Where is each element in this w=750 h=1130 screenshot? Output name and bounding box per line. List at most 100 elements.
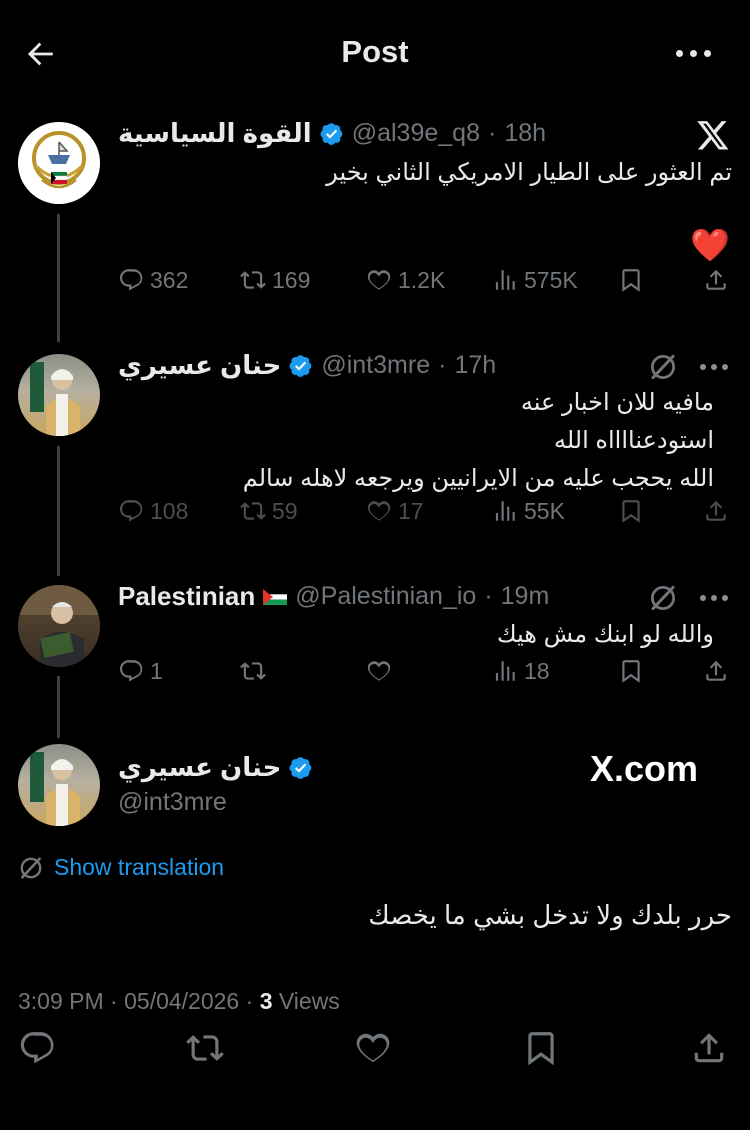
post-meta: 3:09 PM · 05/04/2026 · 3 Views <box>18 988 340 1014</box>
bookmark-icon[interactable] <box>522 1029 560 1067</box>
like-icon <box>366 267 392 293</box>
like-button[interactable]: 1.2K <box>366 267 445 294</box>
views-count: 575K <box>524 266 578 293</box>
share-icon[interactable] <box>690 1029 728 1067</box>
reply-count: 108 <box>150 497 189 524</box>
avatar[interactable] <box>18 354 100 436</box>
post-time[interactable]: 17h <box>454 351 496 380</box>
separator: · <box>438 351 447 379</box>
like-icon <box>366 658 392 684</box>
translate-icon <box>18 855 44 881</box>
thread-line <box>57 676 60 738</box>
repost-icon <box>240 267 266 293</box>
like-button[interactable] <box>366 658 392 684</box>
author-name[interactable]: القوة السياسية <box>118 118 312 149</box>
share-icon <box>703 498 729 524</box>
grok-icon[interactable] <box>648 583 678 613</box>
share-button[interactable] <box>703 498 729 524</box>
post-text: حرر بلدك ولا تدخل بشي ما يخصك <box>368 900 732 930</box>
bookmark-icon <box>618 658 644 684</box>
views-button[interactable]: 55K <box>492 498 565 525</box>
author-name[interactable]: حنان عسيري <box>118 350 281 381</box>
reply-count: 362 <box>150 266 189 293</box>
more-icon[interactable] <box>676 50 711 57</box>
share-button[interactable] <box>703 267 729 293</box>
post-time[interactable]: 19m <box>501 582 550 611</box>
verified-icon <box>289 354 313 378</box>
views-count: 3 <box>259 988 273 1014</box>
reply-button[interactable]: 1 <box>118 658 163 685</box>
avatar[interactable] <box>18 122 100 204</box>
separator: · <box>484 582 493 610</box>
verified-icon <box>289 756 313 780</box>
show-translation-link[interactable]: Show translation <box>18 854 224 881</box>
bookmark-icon <box>618 498 644 524</box>
bookmark-button[interactable] <box>618 267 644 293</box>
post-text-line: استودعنااااه الله <box>553 427 714 454</box>
palestine-flag-icon <box>263 588 288 605</box>
reply-icon[interactable] <box>18 1029 56 1067</box>
thread-line <box>57 214 60 342</box>
repost-count: 59 <box>272 497 298 524</box>
bookmark-icon <box>618 267 644 293</box>
reply-icon <box>118 658 144 684</box>
more-icon[interactable] <box>700 364 728 370</box>
like-icon[interactable] <box>354 1029 392 1067</box>
post-date: 05/04/2026 <box>124 988 240 1014</box>
reply-icon <box>118 498 144 524</box>
bookmark-button[interactable] <box>618 498 644 524</box>
author-name[interactable]: حنان عسيري <box>118 752 281 783</box>
author-handle[interactable]: @int3mre <box>118 788 227 817</box>
grok-icon[interactable] <box>648 352 678 382</box>
x-logo-icon[interactable] <box>696 118 730 152</box>
avatar[interactable] <box>18 744 100 826</box>
more-icon[interactable] <box>700 595 728 601</box>
views-count: 55K <box>524 497 565 524</box>
post-text: والله لو ابنك مش هيك <box>496 621 714 648</box>
author-handle[interactable]: @al39e_q8 <box>352 119 480 148</box>
watermark: X.com <box>590 748 699 789</box>
views-count: 18 <box>524 657 550 684</box>
views-label[interactable]: Views <box>279 988 340 1014</box>
verified-icon <box>320 122 344 146</box>
repost-icon[interactable] <box>186 1029 224 1067</box>
portrait-image <box>30 752 80 826</box>
author-name[interactable]: Palestinian <box>118 581 255 612</box>
author-handle[interactable]: @Palestinian_io <box>295 582 476 611</box>
kuwait-emblem-icon <box>18 122 100 204</box>
reply-button[interactable]: 362 <box>118 267 188 294</box>
thread-line <box>57 446 60 576</box>
like-count: 17 <box>398 497 424 524</box>
repost-count: 169 <box>272 266 311 293</box>
post-time[interactable]: 18h <box>504 119 546 148</box>
heart-emoji: ❤️ <box>690 227 730 263</box>
repost-button[interactable] <box>240 658 266 684</box>
views-button[interactable]: 18 <box>492 658 550 685</box>
portrait-image <box>30 362 80 436</box>
repost-button[interactable]: 169 <box>240 267 310 294</box>
views-icon <box>492 498 518 524</box>
show-translation-label[interactable]: Show translation <box>54 854 224 881</box>
reply-count: 1 <box>150 657 163 684</box>
portrait-image <box>18 585 100 667</box>
repost-icon <box>240 658 266 684</box>
post-time: 3:09 PM <box>18 988 104 1014</box>
like-icon <box>366 498 392 524</box>
reply-button[interactable]: 108 <box>118 498 188 525</box>
like-button[interactable]: 17 <box>366 498 424 525</box>
post-text: تم العثور على الطيار الامريكي الثاني بخي… <box>326 159 732 186</box>
share-icon <box>703 658 729 684</box>
views-button[interactable]: 575K <box>492 267 578 294</box>
page-title: Post <box>341 34 409 69</box>
separator: · <box>487 119 497 147</box>
author-handle[interactable]: @int3mre <box>321 351 430 380</box>
share-icon <box>703 267 729 293</box>
like-count: 1.2K <box>398 266 446 293</box>
share-button[interactable] <box>703 658 729 684</box>
views-icon <box>492 267 518 293</box>
avatar[interactable] <box>18 585 100 667</box>
repost-icon <box>240 498 266 524</box>
bookmark-button[interactable] <box>618 658 644 684</box>
repost-button[interactable]: 59 <box>240 498 298 525</box>
post-text-line: الله يحجب عليه من الايرانيين ويرجعه لاهل… <box>242 465 714 492</box>
